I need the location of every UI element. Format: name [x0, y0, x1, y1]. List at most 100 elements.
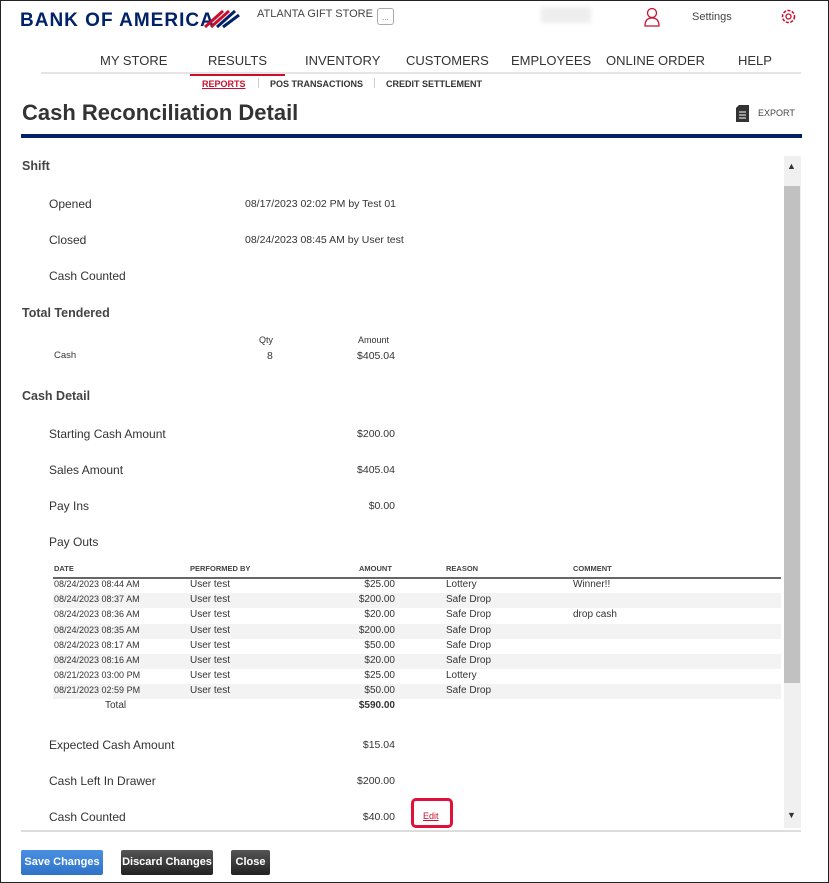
scroll-down-icon[interactable]: ▼: [787, 810, 796, 820]
row-date: 08/21/2023 02:59 PM: [54, 685, 141, 696]
scroll-up-icon[interactable]: ▲: [787, 161, 796, 171]
row-performed-by: User test: [190, 579, 231, 590]
total-value: $590.00: [358, 700, 395, 711]
row-date: 08/21/2023 03:00 PM: [54, 670, 141, 681]
row-reason: Safe Drop: [446, 655, 492, 666]
sales-amount-value: $405.04: [357, 464, 395, 476]
row-date: 08/24/2023 08:35 AM: [54, 624, 140, 635]
nav-my-store[interactable]: MY STORE: [100, 53, 167, 68]
row-date: 08/24/2023 08:16 AM: [54, 655, 140, 665]
sales-amount-label: Sales Amount: [49, 463, 124, 477]
col-reason: REASON: [446, 564, 479, 573]
nav-employees[interactable]: EMPLOYEES: [511, 53, 591, 68]
row-date: 08/24/2023 08:36 AM: [54, 609, 140, 620]
total-label: Total: [105, 700, 127, 711]
row-reason: Safe Drop: [446, 594, 492, 606]
pay-outs-label: Pay Outs: [49, 535, 99, 549]
page-title: Cash Reconciliation Detail: [22, 100, 299, 125]
store-name: ATLANTA GIFT STORE: [257, 8, 373, 20]
discard-changes-button[interactable]: Discard Changes: [121, 850, 213, 875]
col-date: DATE: [54, 564, 74, 573]
edit-cash-counted-link[interactable]: Edit: [423, 811, 439, 821]
row-date: 08/24/2023 08:17 AM: [54, 639, 140, 650]
content-bottom-divider: [21, 830, 801, 832]
flag-logo-icon: [204, 9, 240, 29]
tender-qty: 8: [267, 350, 273, 362]
user-icon[interactable]: [643, 7, 661, 27]
table-row: 08/24/2023 08:36 AM User test $20.00 Safe D…: [53, 608, 781, 623]
col-performed-by: PERFORMED BY: [190, 564, 251, 573]
row-amount: $25.00: [364, 579, 395, 590]
row-amount: $25.00: [364, 670, 395, 682]
shift-cash-counted-label: Cash Counted: [49, 269, 126, 283]
table-row: 08/24/2023 08:16 AM User test $20.00 Safe D…: [53, 654, 781, 669]
closed-label: Closed: [49, 233, 87, 247]
row-performed-by: User test: [190, 639, 231, 651]
subnav-separator: [258, 78, 259, 88]
row-performed-by: User test: [190, 609, 231, 621]
table-row: 08/24/2023 08:44 AM User test $25.00 Lotter…: [53, 578, 781, 593]
cash-left-value: $200.00: [357, 775, 395, 787]
gear-icon[interactable]: [780, 8, 797, 25]
subnav-reports[interactable]: REPORTS: [202, 79, 246, 89]
row-performed-by: User test: [190, 685, 231, 697]
subnav-credit-settlement[interactable]: CREDIT SETTLEMENT: [386, 79, 482, 89]
expected-cash-value: $15.04: [362, 739, 395, 751]
total-tendered-heading: Total Tendered: [22, 306, 110, 320]
cash-counted-label: Cash Counted: [49, 810, 126, 824]
row-performed-by: User test: [190, 670, 231, 682]
starting-cash-value: $200.00: [357, 428, 395, 440]
row-date: 08/24/2023 08:37 AM: [54, 594, 140, 605]
settings-link[interactable]: Settings: [692, 11, 732, 23]
table-row: 08/24/2023 08:37 AM User test $200.00 Safe …: [53, 593, 781, 609]
row-comment: drop cash: [573, 609, 617, 621]
nav-divider: [41, 72, 801, 74]
table-row: 08/21/2023 02:59 PM User test $50.00 Safe D…: [53, 684, 781, 700]
pay-ins-value: $0.00: [368, 500, 395, 512]
amount-header: Amount: [358, 335, 390, 345]
nav-customers[interactable]: CUSTOMERS: [406, 53, 489, 68]
row-reason: Lottery: [446, 579, 477, 590]
col-comment: COMMENT: [573, 564, 612, 573]
bank-logo: BANK OF AMERICA: [20, 10, 215, 31]
save-changes-button[interactable]: Save Changes: [21, 850, 103, 875]
expected-cash-label: Expected Cash Amount: [49, 738, 175, 752]
row-amount: $20.00: [364, 609, 395, 621]
opened-label: Opened: [49, 197, 92, 211]
close-button[interactable]: Close: [231, 850, 270, 875]
row-amount: $200.00: [358, 624, 395, 636]
shift-heading: Shift: [22, 159, 50, 173]
table-row: 08/24/2023 08:17 AM User test $50.00 Safe D…: [53, 639, 781, 654]
table-row: 08/21/2023 03:00 PM User test $25.00 Lotter…: [53, 669, 781, 684]
user-name-blurred: [541, 7, 591, 23]
row-amount: $200.00: [358, 594, 395, 606]
row-reason: Safe Drop: [446, 624, 492, 636]
row-reason: Lottery: [446, 670, 477, 682]
store-menu-button[interactable]: ...: [377, 8, 394, 25]
pay-ins-label: Pay Ins: [49, 499, 90, 513]
row-amount: $50.00: [364, 685, 395, 697]
row-comment: Winner!!: [573, 579, 611, 590]
closed-value: 08/24/2023 08:45 AM by User test: [245, 234, 404, 246]
tender-amount: $405.04: [357, 350, 395, 362]
row-reason: Safe Drop: [446, 639, 492, 651]
starting-cash-label: Starting Cash Amount: [49, 427, 166, 441]
cash-left-label: Cash Left In Drawer: [49, 774, 156, 788]
subnav-pos-transactions[interactable]: POS TRANSACTIONS: [270, 79, 363, 89]
subnav-separator: [374, 78, 375, 88]
col-amount: AMOUNT: [359, 564, 392, 573]
opened-value: 08/17/2023 02:02 PM by Test 01: [245, 198, 396, 210]
table-row: 08/24/2023 08:35 AM User test $200.00 Safe …: [53, 623, 781, 639]
row-performed-by: User test: [190, 594, 231, 606]
export-button[interactable]: EXPORT: [758, 108, 795, 118]
qty-header: Qty: [259, 335, 274, 345]
export-icon[interactable]: [736, 105, 749, 122]
title-underline: [21, 134, 802, 138]
row-reason: Safe Drop: [446, 609, 492, 621]
row-performed-by: User test: [190, 624, 231, 636]
nav-online-order[interactable]: ONLINE ORDER: [606, 53, 705, 68]
nav-help[interactable]: HELP: [738, 53, 772, 68]
nav-inventory[interactable]: INVENTORY: [305, 53, 380, 68]
scrollbar-thumb[interactable]: [784, 186, 800, 683]
row-amount: $50.00: [364, 639, 395, 651]
